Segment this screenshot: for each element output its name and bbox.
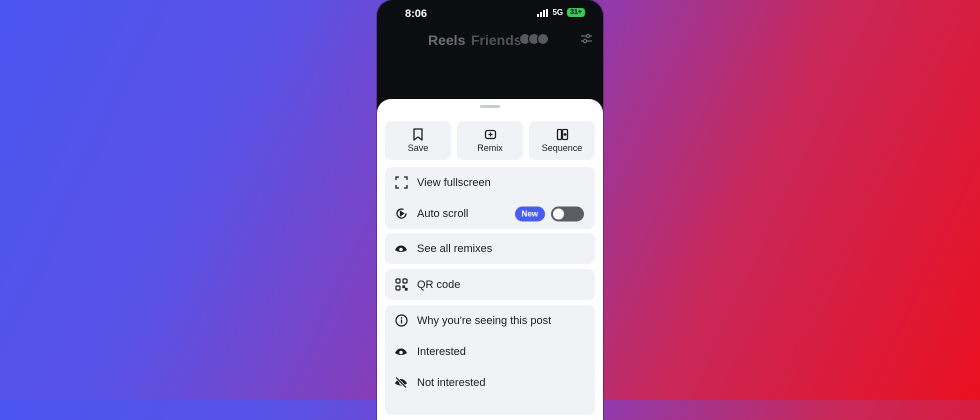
phone-screen: 8:06 5G 31+ Reels Friends Save Remix Seq… bbox=[377, 0, 603, 420]
save-button[interactable]: Save bbox=[385, 121, 451, 160]
see-all-remixes-label: See all remixes bbox=[417, 242, 493, 255]
remixes-group: See all remixes bbox=[385, 233, 595, 264]
eye-icon bbox=[394, 345, 408, 359]
sequence-button[interactable]: Sequence bbox=[529, 121, 595, 160]
not-interested-item[interactable]: Not interested bbox=[385, 367, 595, 398]
network-label: 5G bbox=[552, 8, 564, 17]
auto-scroll-label: Auto scroll bbox=[417, 207, 469, 220]
filter-icon[interactable] bbox=[580, 32, 593, 48]
view-options-group: View fullscreen Auto scroll New bbox=[385, 167, 595, 229]
sequence-icon bbox=[556, 128, 568, 141]
new-badge: New bbox=[514, 206, 545, 221]
action-tiles: Save Remix Sequence bbox=[385, 121, 595, 160]
interested-label: Interested bbox=[417, 345, 466, 358]
save-label: Save bbox=[407, 143, 429, 153]
tab-friends[interactable]: Friends bbox=[471, 32, 522, 48]
why-seeing-label: Why you're seeing this post bbox=[417, 314, 552, 327]
tab-reels[interactable]: Reels bbox=[428, 32, 465, 48]
interested-item[interactable]: Interested bbox=[385, 336, 595, 367]
feedback-group: Why you're seeing this post Interested N… bbox=[385, 305, 595, 415]
eye-icon bbox=[394, 242, 408, 256]
status-indicators: 5G 31+ bbox=[537, 8, 585, 17]
view-fullscreen-item[interactable]: View fullscreen bbox=[385, 167, 595, 198]
eye-off-icon bbox=[394, 376, 408, 390]
battery-icon: 31+ bbox=[567, 8, 585, 17]
friends-avatars bbox=[519, 33, 549, 45]
remix-label: Remix bbox=[477, 143, 503, 153]
signal-icon bbox=[537, 8, 549, 17]
auto-scroll-icon bbox=[394, 207, 408, 221]
qr-code-label: QR code bbox=[417, 278, 461, 291]
view-fullscreen-label: View fullscreen bbox=[417, 176, 491, 189]
status-bar: 8:06 5G 31+ bbox=[377, 0, 603, 28]
qr-group: QR code bbox=[385, 269, 595, 300]
qr-code-icon bbox=[394, 278, 408, 292]
auto-scroll-toggle[interactable] bbox=[551, 206, 584, 221]
auto-scroll-item[interactable]: Auto scroll New bbox=[385, 198, 595, 229]
why-seeing-item[interactable]: Why you're seeing this post bbox=[385, 305, 595, 336]
toggle-knob bbox=[553, 208, 564, 219]
fullscreen-icon bbox=[394, 176, 408, 190]
see-all-remixes-item[interactable]: See all remixes bbox=[385, 233, 595, 264]
bookmark-icon bbox=[413, 128, 423, 141]
qr-code-item[interactable]: QR code bbox=[385, 269, 595, 300]
sheet-handle[interactable] bbox=[480, 105, 500, 108]
status-time: 8:06 bbox=[405, 8, 428, 20]
sequence-label: Sequence bbox=[541, 143, 583, 153]
info-icon bbox=[394, 314, 408, 328]
options-sheet: Save Remix Sequence View fullscreen Auto… bbox=[377, 99, 603, 420]
top-nav: Reels Friends bbox=[377, 30, 603, 48]
remix-icon bbox=[484, 129, 496, 140]
not-interested-label: Not interested bbox=[417, 376, 486, 389]
remix-button[interactable]: Remix bbox=[457, 121, 523, 160]
